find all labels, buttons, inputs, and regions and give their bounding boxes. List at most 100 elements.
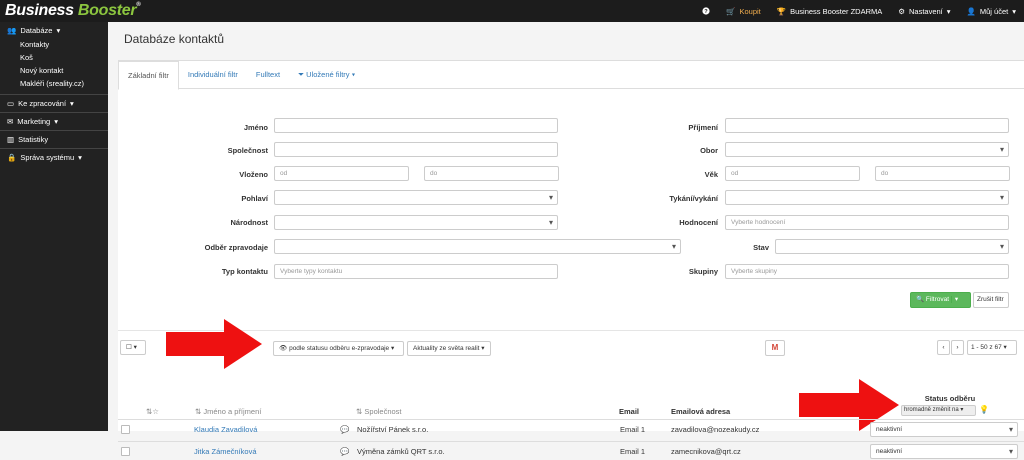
company-input[interactable] [274, 142, 558, 157]
tab-individual-filter[interactable]: Individuální filtr [179, 61, 247, 89]
inserted-from-input[interactable]: od [274, 166, 409, 181]
contact-type-input[interactable]: Vyberte typy kontaktu [274, 264, 558, 279]
caret-down-icon: ▾ [481, 345, 485, 352]
email-type-header: Email [619, 407, 640, 416]
groups-input[interactable]: Vyberte skupiny [725, 264, 1009, 279]
sidebar-item-admin[interactable]: 🔒 Správa systému ▾ [0, 149, 108, 166]
prev-page-button[interactable]: ‹ [937, 340, 950, 355]
tab-basic-filter[interactable]: Základní filtr [118, 61, 179, 90]
contact-name-link[interactable]: Jitka Zámečníková [194, 447, 257, 456]
sidebar-section-database: 👥 Databáze ▾ Kontakty Koš Nový kontakt Mak… [0, 22, 108, 95]
status-header: Status odběru [924, 394, 976, 403]
sort-icon: ⇅ [356, 407, 363, 416]
gender-select[interactable] [274, 190, 558, 205]
account-label: Můj účet [979, 6, 1009, 16]
logo[interactable]: Business Booster® [5, 2, 141, 20]
nationality-select[interactable] [274, 215, 558, 230]
account-menu[interactable]: 👤 Můj účet ▾ [967, 7, 1016, 16]
state-select[interactable] [775, 239, 1009, 254]
status-select[interactable]: neaktivní [870, 444, 1018, 459]
table-row[interactable]: Jitka Zámečníková 💬 Výměna zámků QRT s.r… [118, 441, 1024, 460]
gears-icon: ⚙ [898, 6, 905, 16]
pagination-dropdown[interactable]: 1 - 50 z 67 ▾ [967, 340, 1017, 355]
formality-select[interactable] [725, 190, 1009, 205]
comment-icon[interactable]: 💬 [340, 447, 349, 456]
bar-chart-icon: ▥ [7, 135, 15, 144]
caret-down-icon: ▾ [950, 296, 959, 303]
chevron-left-icon: ‹ [942, 344, 945, 351]
gmail-button[interactable]: M [765, 340, 785, 356]
caret-down-icon: ▾ [54, 117, 58, 126]
status-select[interactable]: neaktivní [870, 422, 1018, 437]
caret-down-icon: ▾ [56, 26, 61, 35]
inserted-to-input[interactable]: do [424, 166, 559, 181]
gmail-icon: M [771, 343, 779, 352]
age-to-input[interactable]: do [875, 166, 1010, 181]
inbox-icon: ▭ [7, 99, 15, 108]
sidebar-item-label: Databáze [20, 26, 53, 35]
buy-button[interactable]: 🛒 Koupit [726, 7, 761, 16]
sidebar-item-database[interactable]: 👥 Databáze ▾ [7, 26, 108, 35]
news-button[interactable]: Aktuality ze světa realit ▾ [407, 341, 491, 356]
settings-menu[interactable]: ⚙ Nastavení ▾ [898, 7, 950, 16]
last-name-input[interactable] [725, 118, 1009, 133]
comment-icon[interactable]: 💬 [340, 425, 349, 434]
label-field: Obor [700, 146, 718, 155]
age-from-input[interactable]: od [725, 166, 860, 181]
caret-down-icon: ▾ [78, 153, 82, 162]
email-type-cell: Email 1 [620, 447, 646, 456]
sidebar-item-new-contact[interactable]: Nový kontakt [20, 64, 108, 77]
free-version-button[interactable]: 🏆 Business Booster ZDARMA [777, 7, 882, 16]
logo-text-booster: Booster [77, 2, 137, 19]
sidebar: 👥 Databáze ▾ Kontakty Koš Nový kontakt Mak… [0, 22, 108, 431]
email-type-cell: Email 1 [620, 425, 646, 434]
sidebar-item-marketing[interactable]: ✉ Marketing ▾ [0, 113, 108, 131]
sort-company-header[interactable]: ⇅ Společnost [356, 407, 402, 416]
caret-down-icon: ▾ [1012, 6, 1016, 16]
sort-star-icon[interactable]: ⇅☆ [146, 407, 159, 416]
sidebar-item-label: Marketing [17, 117, 51, 126]
newsletter-status-button[interactable]: 👁 podle statusu odběru e-zpravodaje ▾ [273, 341, 404, 356]
table-row[interactable]: Klaudia Zavadilová 💬 Nožířství Pánek s.r… [118, 419, 1024, 438]
label-nationality: Národnost [230, 218, 269, 227]
chevron-right-icon: › [956, 344, 959, 351]
main-content: Databáze kontaktů Základní filtr Individ… [108, 22, 1024, 459]
reset-filter-button[interactable]: Zrušit filtr [973, 292, 1009, 308]
next-page-button[interactable]: › [951, 340, 964, 355]
tab-saved-filters[interactable]: ⏷ Uložené filtry ▾ [289, 61, 364, 89]
svg-text:?: ? [704, 9, 708, 15]
select-all-dropdown[interactable]: ☐ ▾ [120, 340, 146, 355]
label-formality: Tykání/vykání [669, 194, 718, 203]
sort-name-header[interactable]: ⇅ Jméno a příjmení [195, 407, 261, 416]
sidebar-item-statistics[interactable]: ▥ Statistiky [0, 131, 108, 149]
field-select[interactable] [725, 142, 1009, 157]
bulk-change-label: hromadně změnit na [904, 407, 959, 413]
filter-button[interactable]: 🔍 Filtrovat ▾ [910, 292, 971, 308]
lock-icon: 🔒 [7, 153, 17, 162]
contact-name-link[interactable]: Klaudia Zavadilová [194, 425, 257, 434]
rating-input[interactable]: Vyberte hodnocení [725, 215, 1009, 230]
checkbox-icon: ☐ [126, 344, 132, 351]
row-checkbox[interactable] [121, 447, 130, 456]
sidebar-item-contacts[interactable]: Kontakty [20, 38, 108, 51]
caret-down-icon: ▾ [70, 99, 74, 108]
sidebar-item-trash[interactable]: Koš [20, 51, 108, 64]
users-icon: 👥 [7, 26, 17, 35]
bulk-change-dropdown[interactable]: hromadně změnit na ▾ [901, 405, 976, 416]
question-circle-icon[interactable]: ? [702, 7, 710, 15]
row-checkbox[interactable] [121, 425, 130, 434]
newsletter-status-label: podle statusu odběru e-zpravodaje [289, 345, 390, 352]
page-title: Databáze kontaktů [124, 32, 225, 46]
first-name-input[interactable] [274, 118, 558, 133]
caret-down-icon: ▾ [946, 6, 951, 16]
newsletter-select[interactable] [274, 239, 681, 254]
sidebar-item-brokers[interactable]: Makléři (sreality.cz) [20, 77, 108, 90]
sidebar-item-processing[interactable]: ▭ Ke zpracování ▾ [0, 95, 108, 113]
company-header: Společnost [364, 407, 402, 416]
caret-down-icon: ▾ [351, 70, 356, 79]
label-last-name: Příjmení [688, 123, 718, 132]
tab-fulltext[interactable]: Fulltext [247, 61, 289, 89]
user-icon: 👤 [966, 6, 976, 16]
envelope-icon: ✉ [7, 117, 14, 126]
lightbulb-icon[interactable]: 💡 [979, 405, 989, 414]
